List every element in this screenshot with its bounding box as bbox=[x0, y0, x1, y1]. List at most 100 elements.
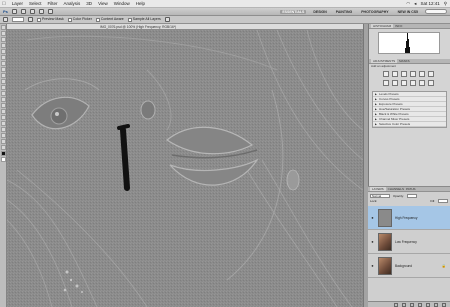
pen-tool-icon[interactable] bbox=[1, 109, 6, 114]
image-canvas[interactable] bbox=[7, 30, 363, 307]
delete-layer-icon[interactable] bbox=[442, 302, 446, 307]
foreground-color-swatch[interactable] bbox=[1, 151, 6, 156]
option-content-aware[interactable]: Content Aware bbox=[95, 17, 124, 22]
lasso-tool-icon[interactable] bbox=[1, 37, 6, 42]
hue-saturation-icon[interactable] bbox=[428, 71, 434, 77]
gradient-tool-icon[interactable] bbox=[1, 91, 6, 96]
photo-filter-icon[interactable] bbox=[401, 80, 407, 86]
crop-tool-icon[interactable] bbox=[1, 49, 6, 54]
color-balance-icon[interactable] bbox=[383, 80, 389, 86]
brush-preset-icon[interactable] bbox=[3, 17, 8, 22]
shape-tool-icon[interactable] bbox=[1, 127, 6, 132]
preset-selective-color[interactable]: ▶ Selective Color Presets bbox=[373, 122, 446, 127]
menu-window[interactable]: Window bbox=[114, 1, 130, 6]
visibility-eye-icon[interactable]: ● bbox=[370, 239, 375, 244]
tab-adjustments[interactable]: ADJUSTMENTS bbox=[371, 59, 398, 63]
dodge-tool-icon[interactable] bbox=[1, 103, 6, 108]
exposure-icon[interactable] bbox=[410, 71, 416, 77]
tab-histogram[interactable]: HISTOGRAM bbox=[371, 24, 394, 28]
clock[interactable]: Sat 12:41 bbox=[420, 1, 439, 6]
options-bar: Preview Mask Color Picker Content Aware … bbox=[0, 16, 450, 24]
marquee-tool-icon[interactable] bbox=[1, 31, 6, 36]
menu-filter[interactable]: Filter bbox=[48, 1, 58, 6]
visibility-eye-icon[interactable]: ● bbox=[370, 263, 375, 268]
menu-view[interactable]: View bbox=[98, 1, 108, 6]
bridge-icon[interactable] bbox=[11, 9, 17, 14]
option-color-picker[interactable]: Color Picker bbox=[67, 17, 92, 22]
new-layer-icon[interactable] bbox=[434, 302, 438, 307]
visibility-eye-icon[interactable]: ● bbox=[370, 215, 375, 220]
workspace-design[interactable]: DESIGN bbox=[311, 10, 328, 14]
background-color-swatch[interactable] bbox=[1, 157, 6, 162]
new-group-icon[interactable] bbox=[426, 302, 430, 307]
levels-icon[interactable] bbox=[392, 71, 398, 77]
minibridge-icon[interactable] bbox=[20, 9, 26, 14]
search-field[interactable] bbox=[425, 9, 447, 14]
volume-icon[interactable]: ◂ bbox=[414, 1, 416, 7]
3d-tool-icon[interactable] bbox=[1, 133, 6, 138]
mode-icon[interactable] bbox=[28, 17, 33, 22]
hand-tool-icon[interactable] bbox=[1, 139, 6, 144]
layer-high-frequency[interactable]: ● High Frequency bbox=[368, 206, 450, 230]
layer-thumbnail bbox=[378, 208, 392, 227]
path-select-tool-icon[interactable] bbox=[1, 121, 6, 126]
triangle-right-icon: ▶ bbox=[375, 92, 377, 96]
history-brush-tool-icon[interactable] bbox=[1, 79, 6, 84]
tab-channels[interactable]: CHANNELS bbox=[388, 187, 404, 191]
new-adjustment-icon[interactable] bbox=[418, 302, 422, 307]
histogram-graph bbox=[378, 32, 440, 54]
clone-stamp-tool-icon[interactable] bbox=[1, 73, 6, 78]
layer-style-icon[interactable] bbox=[402, 302, 406, 307]
application-bar: Ps ESSENTIALS DESIGN PAINTING PHOTOGRAPH… bbox=[0, 8, 450, 16]
layer-low-frequency[interactable]: ● Low Frequency bbox=[368, 230, 450, 254]
tab-masks[interactable]: MASKS bbox=[399, 59, 410, 63]
move-tool-icon[interactable] bbox=[1, 25, 6, 30]
menu-select[interactable]: Select bbox=[29, 1, 42, 6]
blend-mode-select[interactable]: Normal bbox=[370, 194, 390, 198]
tab-layers[interactable]: LAYERS bbox=[370, 187, 386, 191]
healing-tool-icon[interactable] bbox=[1, 61, 6, 66]
option-preview-mask[interactable]: Preview Mask bbox=[37, 17, 64, 22]
vibrance-icon[interactable] bbox=[419, 71, 425, 77]
layer-name: Low Frequency bbox=[395, 239, 417, 244]
workspace-new-in-cs5[interactable]: NEW IN CS5 bbox=[396, 10, 420, 14]
brightness-contrast-icon[interactable] bbox=[383, 71, 389, 77]
checkbox-icon bbox=[37, 17, 41, 22]
quick-select-tool-icon[interactable] bbox=[1, 43, 6, 48]
link-layers-icon[interactable] bbox=[394, 302, 398, 307]
brush-tool-icon[interactable] bbox=[1, 67, 6, 72]
layer-background[interactable]: ● Background 🔒 bbox=[368, 254, 450, 278]
brush-size-field[interactable] bbox=[12, 17, 24, 22]
workspace-painting[interactable]: PAINTING bbox=[334, 10, 354, 14]
workspace-photography[interactable]: PHOTOGRAPHY bbox=[359, 10, 390, 14]
workspace-essentials[interactable]: ESSENTIALS bbox=[280, 9, 307, 14]
option-sample-all-layers[interactable]: Sample All Layers bbox=[127, 17, 161, 22]
spotlight-icon[interactable]: ⚲ bbox=[444, 1, 447, 7]
channel-mixer-icon[interactable] bbox=[410, 80, 416, 86]
rotate-view-icon[interactable] bbox=[47, 9, 53, 14]
zoom-tool-icon[interactable] bbox=[1, 145, 6, 150]
eraser-tool-icon[interactable] bbox=[1, 85, 6, 90]
eyedropper-tool-icon[interactable] bbox=[1, 55, 6, 60]
menu-help[interactable]: Help bbox=[136, 1, 145, 6]
blur-tool-icon[interactable] bbox=[1, 97, 6, 102]
add-mask-icon[interactable] bbox=[410, 302, 414, 307]
zoom-level-icon[interactable] bbox=[29, 9, 35, 14]
opacity-field[interactable] bbox=[407, 194, 418, 198]
type-tool-icon[interactable] bbox=[1, 115, 6, 120]
curves-icon[interactable] bbox=[401, 71, 407, 77]
tab-paths[interactable]: PATHS bbox=[406, 187, 416, 191]
hand-icon[interactable] bbox=[38, 9, 44, 14]
black-white-icon[interactable] bbox=[392, 80, 398, 86]
tab-info[interactable]: INFO bbox=[395, 24, 402, 28]
invert-icon[interactable] bbox=[419, 80, 425, 86]
menu-3d[interactable]: 3D bbox=[86, 1, 92, 6]
wifi-icon[interactable]: ◠ bbox=[406, 1, 410, 7]
menu-layer[interactable]: Layer bbox=[12, 1, 23, 6]
fill-field[interactable] bbox=[438, 199, 448, 203]
pressure-icon[interactable] bbox=[164, 17, 170, 22]
posterize-icon[interactable] bbox=[428, 80, 434, 86]
layer-name: High Frequency bbox=[395, 215, 418, 220]
apple-icon[interactable]:  bbox=[2, 1, 6, 7]
menu-analysis[interactable]: Analysis bbox=[64, 1, 81, 6]
